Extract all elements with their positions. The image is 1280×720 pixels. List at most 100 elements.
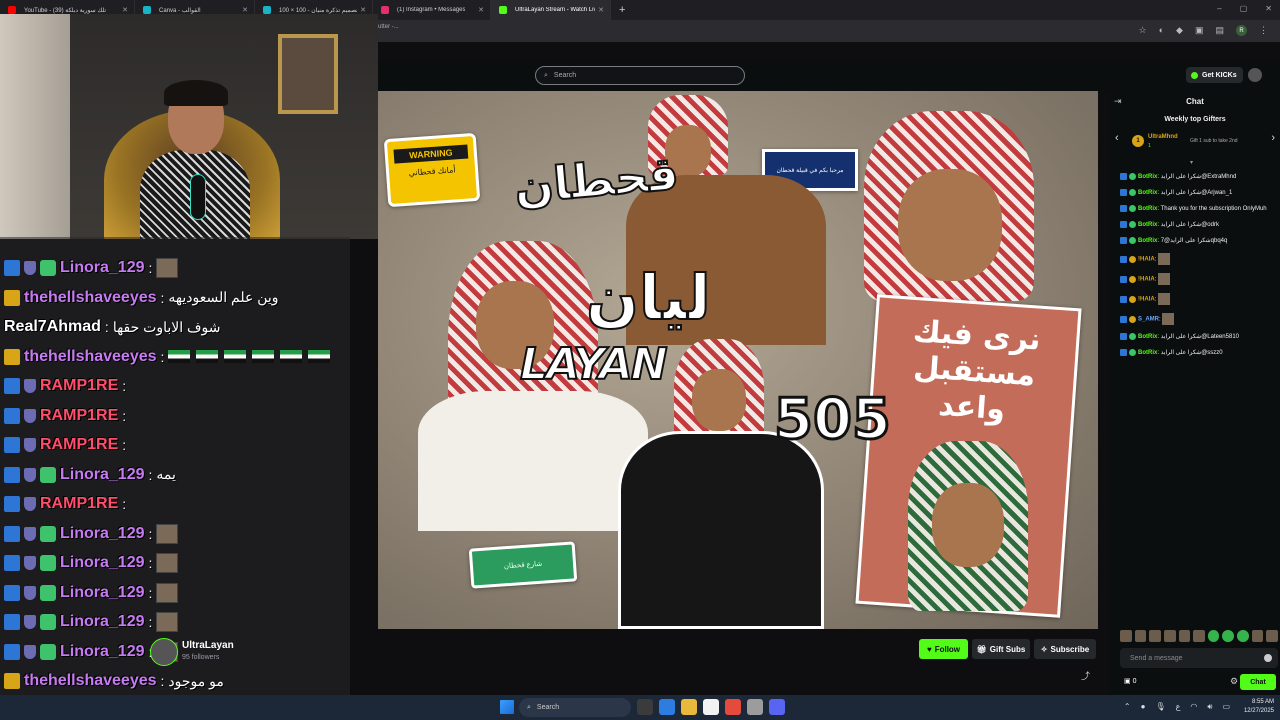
chat-username[interactable]: S_AMR — [1138, 317, 1159, 323]
top-gifter-row: ‹ 1 UltraMhnd 1 Gift 1 sub to take 2nd › — [1110, 129, 1280, 155]
task-view-icon[interactable] — [637, 699, 653, 715]
role-badge-icon — [1129, 237, 1136, 245]
puzzle-icon[interactable]: ▣ — [1195, 25, 1204, 36]
kicks-balance[interactable]: ▣ 0 — [1124, 677, 1136, 685]
chat-message: BotRix: شكرا على الرايد@sszz0 — [1120, 349, 1278, 357]
url-text[interactable]: utter -... — [378, 24, 399, 30]
emoji-icon[interactable] — [1264, 654, 1272, 662]
chat-username[interactable]: !HAIA — [1138, 277, 1155, 283]
chat-username[interactable]: !HAIA — [1138, 297, 1155, 303]
chat-username[interactable]: BotRix — [1138, 334, 1157, 340]
chat-username[interactable]: BotRix — [1138, 174, 1157, 180]
gear-icon[interactable]: ⚙ — [1230, 676, 1238, 687]
subscribe-button[interactable]: ✧ Subscribe — [1034, 639, 1096, 659]
tab-close-icon[interactable]: ✕ — [242, 6, 248, 14]
gift-subs-button[interactable]: 🎁︎ Gift Subs — [972, 639, 1030, 659]
minimize-icon[interactable]: – — [1217, 4, 1221, 13]
app-icon-2[interactable] — [703, 699, 719, 715]
app-icon-1[interactable] — [659, 699, 675, 715]
clock[interactable]: 8:55 AM 12/27/2025 — [1244, 698, 1274, 716]
chat-username[interactable]: BotRix — [1138, 206, 1157, 212]
video-player[interactable]: WARNING أمانك قحطاني مرحبا بكم في قبيلة … — [378, 91, 1098, 629]
pinned-indicator-icon[interactable]: ▾ — [1190, 159, 1193, 166]
keyboard-language[interactable]: ع — [1176, 702, 1181, 712]
tab-close-icon[interactable]: ✕ — [478, 6, 484, 14]
tab-label: YouTube - (39) تلك سورية دبلكة — [24, 7, 107, 14]
new-tab-button[interactable]: + — [611, 4, 633, 16]
syria-flag-icon — [168, 350, 191, 363]
get-kicks-button[interactable]: Get KICKs — [1186, 67, 1243, 83]
shield-badge-icon — [24, 556, 36, 570]
maximize-icon[interactable]: ▢ — [1240, 4, 1248, 13]
emote-8[interactable] — [1222, 630, 1235, 642]
share-icon[interactable]: ⤴ — [1081, 669, 1090, 682]
search-input[interactable]: ⌕ Search — [535, 66, 745, 85]
chat-emote-image — [1162, 313, 1175, 326]
chat-emote-image — [1158, 293, 1171, 306]
taskbar-search[interactable]: ⌕ Search — [519, 698, 631, 717]
profile-avatar[interactable]: R — [1236, 25, 1247, 36]
battery-icon[interactable]: ▭ — [1222, 702, 1230, 712]
tray-mic-icon[interactable]: 🎙︎ — [1155, 702, 1165, 712]
emote-3[interactable] — [1149, 630, 1161, 642]
chat-message-input[interactable]: Send a message — [1120, 648, 1278, 668]
emote-6[interactable] — [1193, 630, 1205, 642]
tray-expand-icon[interactable]: ⌃ — [1124, 702, 1131, 712]
emote-1[interactable] — [1120, 630, 1132, 642]
window-controls: – ▢ ✕ — [1217, 4, 1272, 13]
menu-kebab-icon[interactable]: ⋮ — [1259, 25, 1268, 36]
wifi-icon[interactable]: ◠ — [1190, 702, 1197, 712]
top-gifter-name[interactable]: UltraMhnd — [1148, 134, 1178, 140]
chat-send-button[interactable]: Chat — [1240, 674, 1276, 690]
shield-badge-icon — [24, 585, 36, 600]
overlay-chat-row: Linora_129: — [4, 550, 179, 576]
browser-tab[interactable]: (1) Instagram • Messages ✕ — [373, 0, 491, 20]
chevron-right-icon[interactable]: › — [1271, 132, 1275, 144]
obs-icon[interactable] — [747, 699, 763, 715]
verified-badge-icon — [1120, 221, 1127, 229]
close-icon[interactable]: ✕ — [1265, 4, 1272, 13]
emote-5[interactable] — [1178, 630, 1191, 642]
overlay-username: Real7Ahmad — [4, 318, 101, 335]
bookmark-star-icon[interactable]: ☆ — [1139, 25, 1147, 36]
emote-10[interactable] — [1251, 630, 1264, 642]
volume-icon[interactable]: 🔊︎ — [1207, 702, 1212, 712]
chat-username[interactable]: BotRix — [1138, 351, 1157, 357]
emote-7[interactable] — [1207, 630, 1220, 642]
gift-subs-label: Gift Subs — [989, 644, 1026, 654]
overlay-chat-row: RAMP1RE: — [4, 491, 126, 517]
overlay-message: وين علم السعوديهه — [168, 289, 279, 305]
emote-2[interactable] — [1134, 630, 1147, 642]
browser-tab[interactable]: UltraLayan Stream - Watch Live ✕ — [491, 0, 611, 20]
tab-close-icon[interactable]: ✕ — [360, 6, 366, 14]
chevron-left-icon[interactable]: ‹ — [1115, 132, 1119, 144]
overlay-message: يمه — [156, 466, 176, 482]
channel-avatar[interactable] — [150, 638, 178, 666]
syria-flag-icon — [308, 350, 331, 363]
chat-username[interactable]: !HAIA — [1138, 257, 1155, 263]
tab-close-icon[interactable]: ✕ — [122, 6, 128, 14]
user-avatar[interactable] — [1248, 68, 1262, 82]
windows-start-icon[interactable] — [500, 700, 514, 714]
chat-username[interactable]: BotRix — [1138, 190, 1157, 196]
emote-9[interactable] — [1237, 630, 1249, 642]
follow-button[interactable]: ♥ Follow — [919, 639, 968, 659]
emote-4[interactable] — [1163, 630, 1176, 642]
file-explorer-icon[interactable] — [681, 699, 697, 715]
tab-close-icon[interactable]: ✕ — [598, 6, 604, 14]
overlay-username: Linora_129 — [60, 259, 145, 276]
channel-name[interactable]: UltraLayan — [182, 640, 234, 651]
tray-app-icon[interactable]: ● — [1141, 702, 1146, 712]
incognito-icon[interactable]: ◐ — [1159, 25, 1164, 36]
blue-badge-icon — [4, 378, 20, 394]
sidebar-icon[interactable]: ▤ — [1215, 25, 1224, 36]
discord-icon[interactable] — [769, 699, 785, 715]
search-icon: ⌕ — [544, 71, 548, 79]
chat-username[interactable]: BotRix — [1138, 238, 1157, 244]
crown-badge-icon — [4, 289, 20, 306]
extension-icon[interactable]: ◆ — [1176, 25, 1183, 36]
chat-username[interactable]: BotRix — [1138, 222, 1157, 228]
chrome-icon[interactable] — [725, 699, 741, 715]
emote-11[interactable] — [1266, 630, 1279, 642]
overlay-chat-row: Linora_129: — [4, 255, 179, 281]
